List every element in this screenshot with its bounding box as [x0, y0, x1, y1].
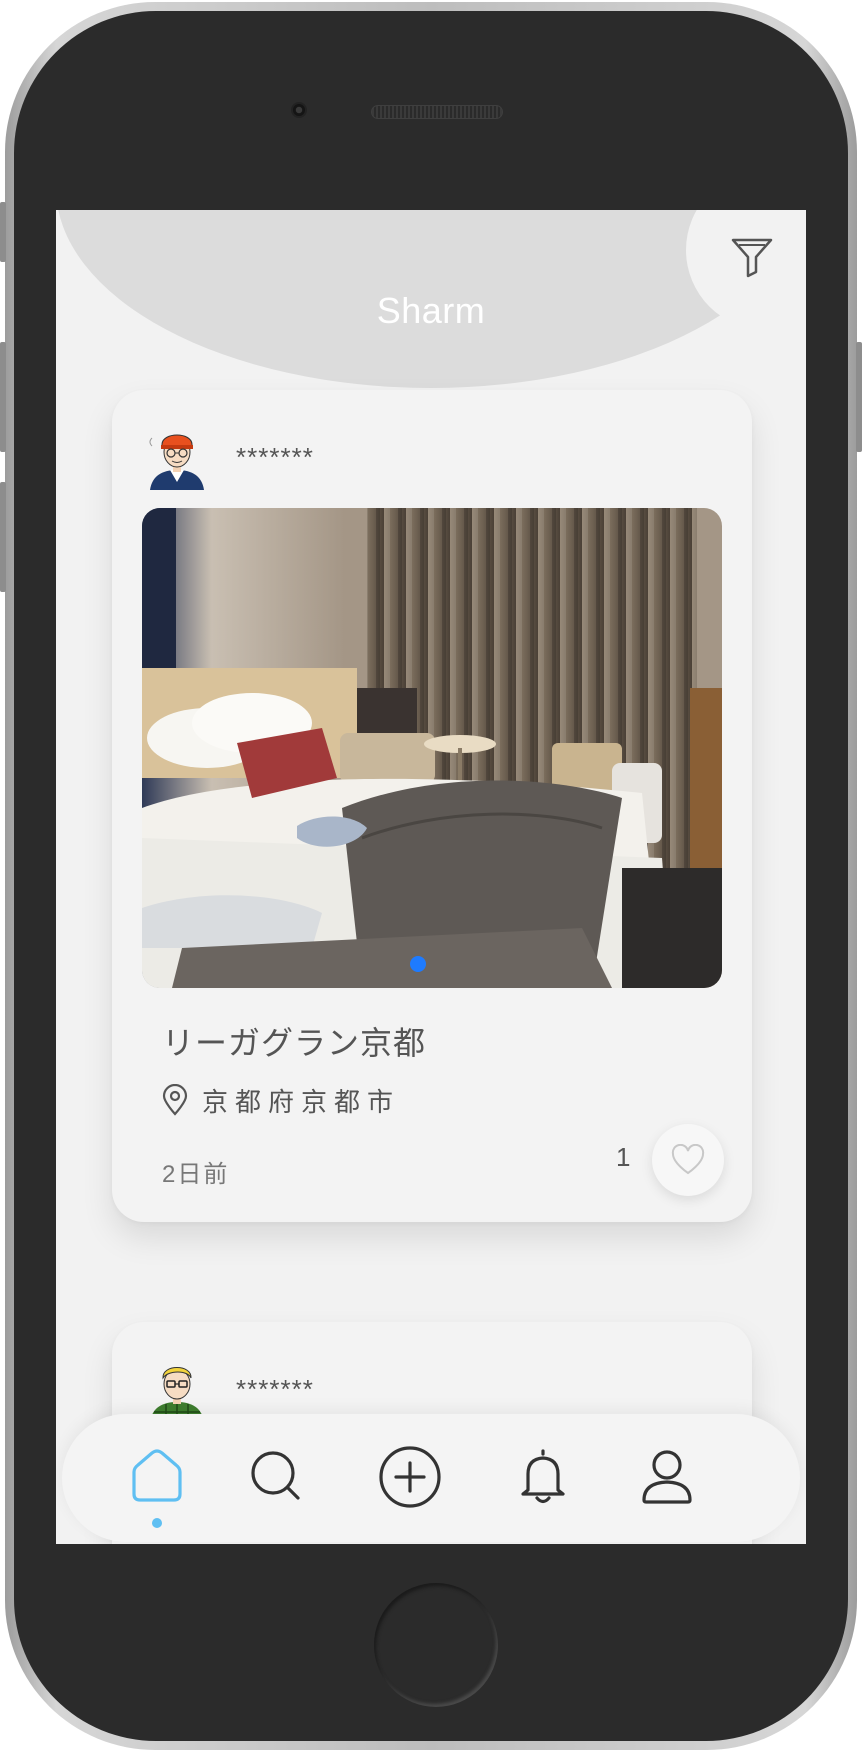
power-button	[856, 342, 862, 452]
app-screen: Sharm ******* リーガグラン京都 京都府京都市 2日前 1 ****…	[56, 210, 806, 1544]
active-tab-indicator	[152, 1518, 162, 1528]
place-name[interactable]: リーガグラン京都	[162, 1018, 426, 1064]
location-row: 京都府京都市	[162, 1082, 400, 1118]
user-avatar[interactable]	[146, 1356, 208, 1422]
like-button[interactable]	[652, 1124, 724, 1196]
volume-up-button	[0, 342, 6, 452]
home-button[interactable]	[374, 1583, 498, 1707]
username[interactable]: *******	[236, 442, 314, 473]
earpiece-speaker	[371, 105, 503, 119]
carousel-indicator-dot[interactable]	[410, 956, 426, 972]
user-icon	[642, 1450, 692, 1504]
post-time: 2日前	[162, 1161, 230, 1188]
location-pin-icon	[162, 1084, 188, 1116]
home-icon	[132, 1449, 182, 1502]
post-photo[interactable]	[142, 508, 722, 988]
bell-icon	[521, 1449, 565, 1504]
tab-add[interactable]	[375, 1442, 445, 1512]
filter-icon	[731, 238, 773, 278]
mute-switch	[0, 202, 6, 262]
tab-home[interactable]	[122, 1442, 192, 1528]
username[interactable]: *******	[236, 1374, 314, 1405]
post-card[interactable]: *******	[112, 390, 752, 1222]
heart-icon	[671, 1144, 705, 1175]
app-title: Sharm	[376, 290, 486, 331]
location-text: 京都府京都市	[202, 1086, 401, 1117]
user-avatar[interactable]	[146, 424, 208, 490]
volume-down-button	[0, 482, 6, 592]
like-count: 1	[616, 1142, 631, 1172]
tab-search[interactable]	[242, 1442, 312, 1512]
add-circle-icon	[379, 1446, 441, 1508]
search-icon	[251, 1451, 300, 1500]
hotel-room-photo	[142, 508, 722, 988]
tab-profile[interactable]	[632, 1442, 702, 1512]
front-camera	[291, 102, 307, 118]
bottom-tab-bar	[62, 1414, 800, 1542]
tab-notifications[interactable]	[508, 1442, 578, 1512]
